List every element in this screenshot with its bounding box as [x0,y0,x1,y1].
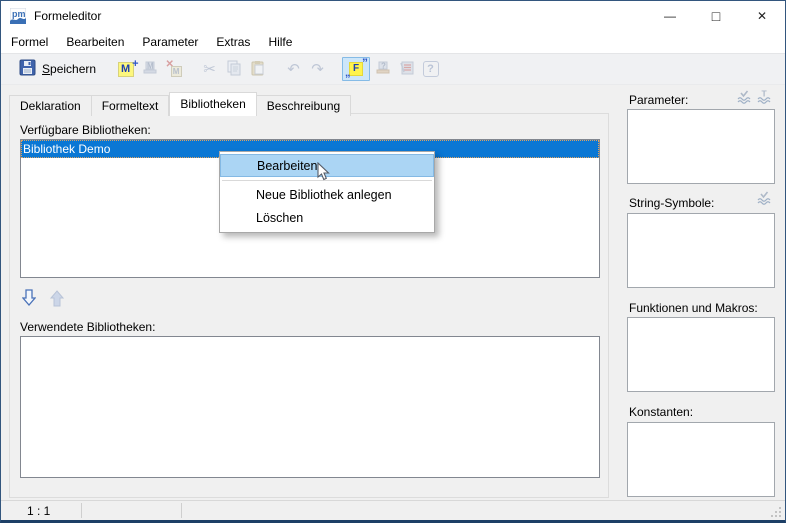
maximize-icon: □ [712,8,720,24]
maximize-button[interactable]: □ [693,1,739,31]
cut-button[interactable]: ✂ [198,57,221,81]
insert-text-param-icon[interactable]: T [757,89,773,108]
help-button[interactable]: ? [419,57,442,81]
status-bar: 1 : 1 [1,500,785,520]
context-menu-item-loeschen[interactable]: Löschen [220,207,434,230]
formeleditor-window: pm Formeleditor — □ ✕ Formel Bearbeiten … [0,0,786,523]
parameter-icons: T [737,89,773,108]
move-arrows [20,288,66,308]
context-menu-item-label: Neue Bibliothek anlegen [256,188,392,202]
window-controls: — □ ✕ [647,1,785,31]
redo-icon: ↷ [311,60,324,78]
status-separator [81,503,82,518]
menu-formel[interactable]: Formel [2,31,57,53]
context-menu-item-neue-bibliothek[interactable]: Neue Bibliothek anlegen [220,184,434,207]
protocol-button[interactable] [395,57,418,81]
cut-icon: ✂ [203,60,216,78]
context-menu: Bearbeiten Neue Bibliothek anlegen Lösch… [219,151,435,233]
functions-macros-label: Funktionen und Makros: [629,301,758,315]
functions-macros-listbox[interactable] [627,317,775,392]
report-icon [399,60,415,79]
menu-parameter[interactable]: Parameter [133,31,207,53]
app-icon: pm [10,8,26,24]
macro-stamp-icon: M [142,60,158,79]
constants-listbox[interactable] [627,422,775,497]
up-arrow-icon [50,289,64,307]
context-menu-item-bearbeiten[interactable]: Bearbeiten [220,154,434,177]
macro-add-button[interactable]: M [114,57,137,81]
menu-hilfe[interactable]: Hilfe [259,31,301,53]
minimize-icon: — [664,9,676,23]
window-title: Formeleditor [34,9,101,23]
close-icon: ✕ [757,9,767,23]
zoom-ratio-text: 1 : 1 [27,501,50,521]
toolbar: Speichern M M ✕ M ✂ [1,53,785,85]
menu-extras[interactable]: Extras [207,31,259,53]
used-libraries-listbox[interactable] [20,336,600,478]
tab-beschreibung[interactable]: Beschreibung [257,95,351,116]
macro-apply-button[interactable]: M [138,57,161,81]
tab-strip: Deklaration Formeltext Bibliotheken Besc… [9,91,351,115]
context-menu-item-label: Löschen [256,211,303,225]
insert-string-symbol-icon[interactable] [757,190,773,209]
svg-text:T: T [762,89,768,99]
test-formula-button[interactable]: ? [371,57,394,81]
string-symbols-label: String-Symbole: [629,196,714,210]
used-libraries-label: Verwendete Bibliotheken: [20,320,155,334]
paste-button[interactable] [246,57,269,81]
menu-bearbeiten[interactable]: Bearbeiten [57,31,133,53]
resize-grip-icon[interactable] [771,507,782,521]
minimize-button[interactable]: — [647,1,693,31]
undo-icon: ↶ [287,60,300,78]
macro-remove-button[interactable]: ✕ M [162,57,185,81]
undo-button[interactable]: ↶ [282,57,305,81]
redo-button[interactable]: ↷ [306,57,329,81]
constants-label: Konstanten: [629,405,693,419]
save-icon [19,59,36,79]
string-symbols-listbox[interactable] [627,213,775,288]
tab-deklaration[interactable]: Deklaration [9,95,92,116]
menu-bar: Formel Bearbeiten Parameter Extras Hilfe [1,31,785,53]
tab-bibliotheken[interactable]: Bibliotheken [169,92,256,116]
svg-text:pm: pm [12,9,26,19]
save-button[interactable]: Speichern [15,57,100,81]
insert-check-param-icon[interactable] [737,89,753,108]
status-separator [181,503,182,518]
macro-add-icon: M [118,62,134,77]
formula-quotes-icon: F [349,62,363,76]
mouse-cursor-icon [317,162,331,182]
macro-remove-icon: ✕ M [166,61,182,77]
tab-formeltext[interactable]: Formeltext [92,95,170,116]
down-arrow-icon [22,289,36,307]
context-menu-item-label: Bearbeiten [257,159,317,173]
available-libraries-label: Verfügbare Bibliotheken: [20,123,151,137]
stamp-question-icon: ? [375,60,391,79]
string-formula-toggle[interactable]: F [342,57,370,81]
paste-icon [250,60,266,79]
svg-text:M: M [147,61,154,70]
move-down-button[interactable] [20,288,38,308]
help-icon: ? [423,61,439,77]
move-up-button[interactable] [48,288,66,308]
string-symbols-icons [757,190,773,209]
close-button[interactable]: ✕ [739,1,785,31]
copy-button[interactable] [222,57,245,81]
parameter-label: Parameter: [629,93,688,107]
svg-text:?: ? [381,61,386,70]
parameter-listbox[interactable] [627,109,775,184]
save-button-label: Speichern [42,62,96,76]
title-bar: pm Formeleditor — □ ✕ [1,1,785,31]
copy-icon [226,60,242,79]
